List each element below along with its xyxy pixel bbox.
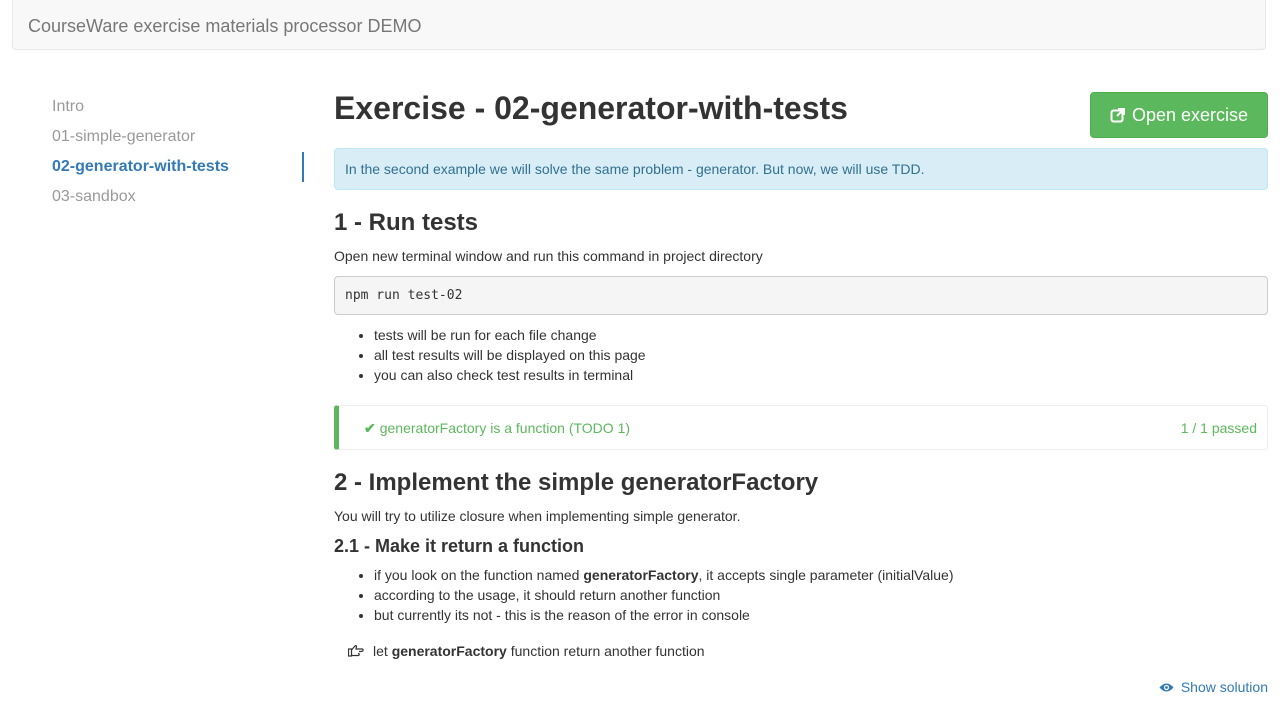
checkmark-icon: ✔ [364, 420, 376, 436]
sidebar-item-01-simple-generator[interactable]: 01-simple-generator [52, 126, 304, 156]
run-tests-intro: Open new terminal window and run this co… [334, 248, 763, 264]
info-alert: In the second example we will solve the … [334, 148, 1268, 190]
list-item: according to the usage, it should return… [374, 585, 953, 605]
sidebar-item-03-sandbox[interactable]: 03-sandbox [52, 186, 304, 216]
show-solution-label: Show solution [1180, 679, 1268, 695]
open-exercise-label: Open exercise [1131, 105, 1249, 125]
subsection-heading-return-function: 2.1 - Make it return a function [334, 536, 585, 556]
sidebar-item-intro[interactable]: Intro [52, 96, 304, 126]
sidebar-item-02-generator-with-tests[interactable]: 02-generator-with-tests [52, 156, 304, 186]
open-exercise-button[interactable]: Open exercise [1090, 92, 1268, 138]
test-result-label: generatorFactory is a function (TODO 1) [379, 420, 631, 436]
test-result-panel: ✔ generatorFactory is a function (TODO 1)… [334, 405, 1268, 450]
list-item: tests will be run for each file change [374, 325, 646, 345]
command-code-block: npm run test-02 [334, 276, 1268, 315]
sidebar-active-indicator [302, 152, 304, 182]
page-title: Exercise - 02-generator-with-tests [334, 90, 848, 126]
navbar-brand[interactable]: CourseWare exercise materials processor … [28, 16, 421, 36]
run-tests-bullet-list: tests will be run for each file change a… [334, 325, 646, 385]
show-solution-link[interactable]: Show solution [1159, 677, 1268, 697]
task-hint: let generatorFactory function return ano… [347, 641, 705, 661]
external-link-icon [1110, 94, 1126, 138]
implement-bullet-list: if you look on the function named genera… [334, 565, 953, 625]
eye-icon [1159, 679, 1178, 695]
test-result-count: 1 / 1 passed [1180, 420, 1257, 436]
list-item: you can also check test results in termi… [374, 365, 646, 385]
test-result-name: ✔ generatorFactory is a function (TODO 1) [364, 418, 630, 438]
implement-intro: You will try to utilize closure when imp… [334, 508, 741, 524]
list-item: but currently its not - this is the reas… [374, 605, 953, 625]
hand-pointing-icon [347, 641, 368, 661]
sidebar-nav: Intro 01-simple-generator 02-generator-w… [52, 96, 304, 216]
section-heading-run-tests: 1 - Run tests [334, 209, 479, 236]
top-navbar: CourseWare exercise materials processor … [12, 0, 1266, 50]
list-item: if you look on the function named genera… [374, 565, 953, 585]
list-item: all test results will be displayed on th… [374, 345, 646, 365]
section-heading-implement: 2 - Implement the simple generatorFactor… [334, 469, 819, 496]
